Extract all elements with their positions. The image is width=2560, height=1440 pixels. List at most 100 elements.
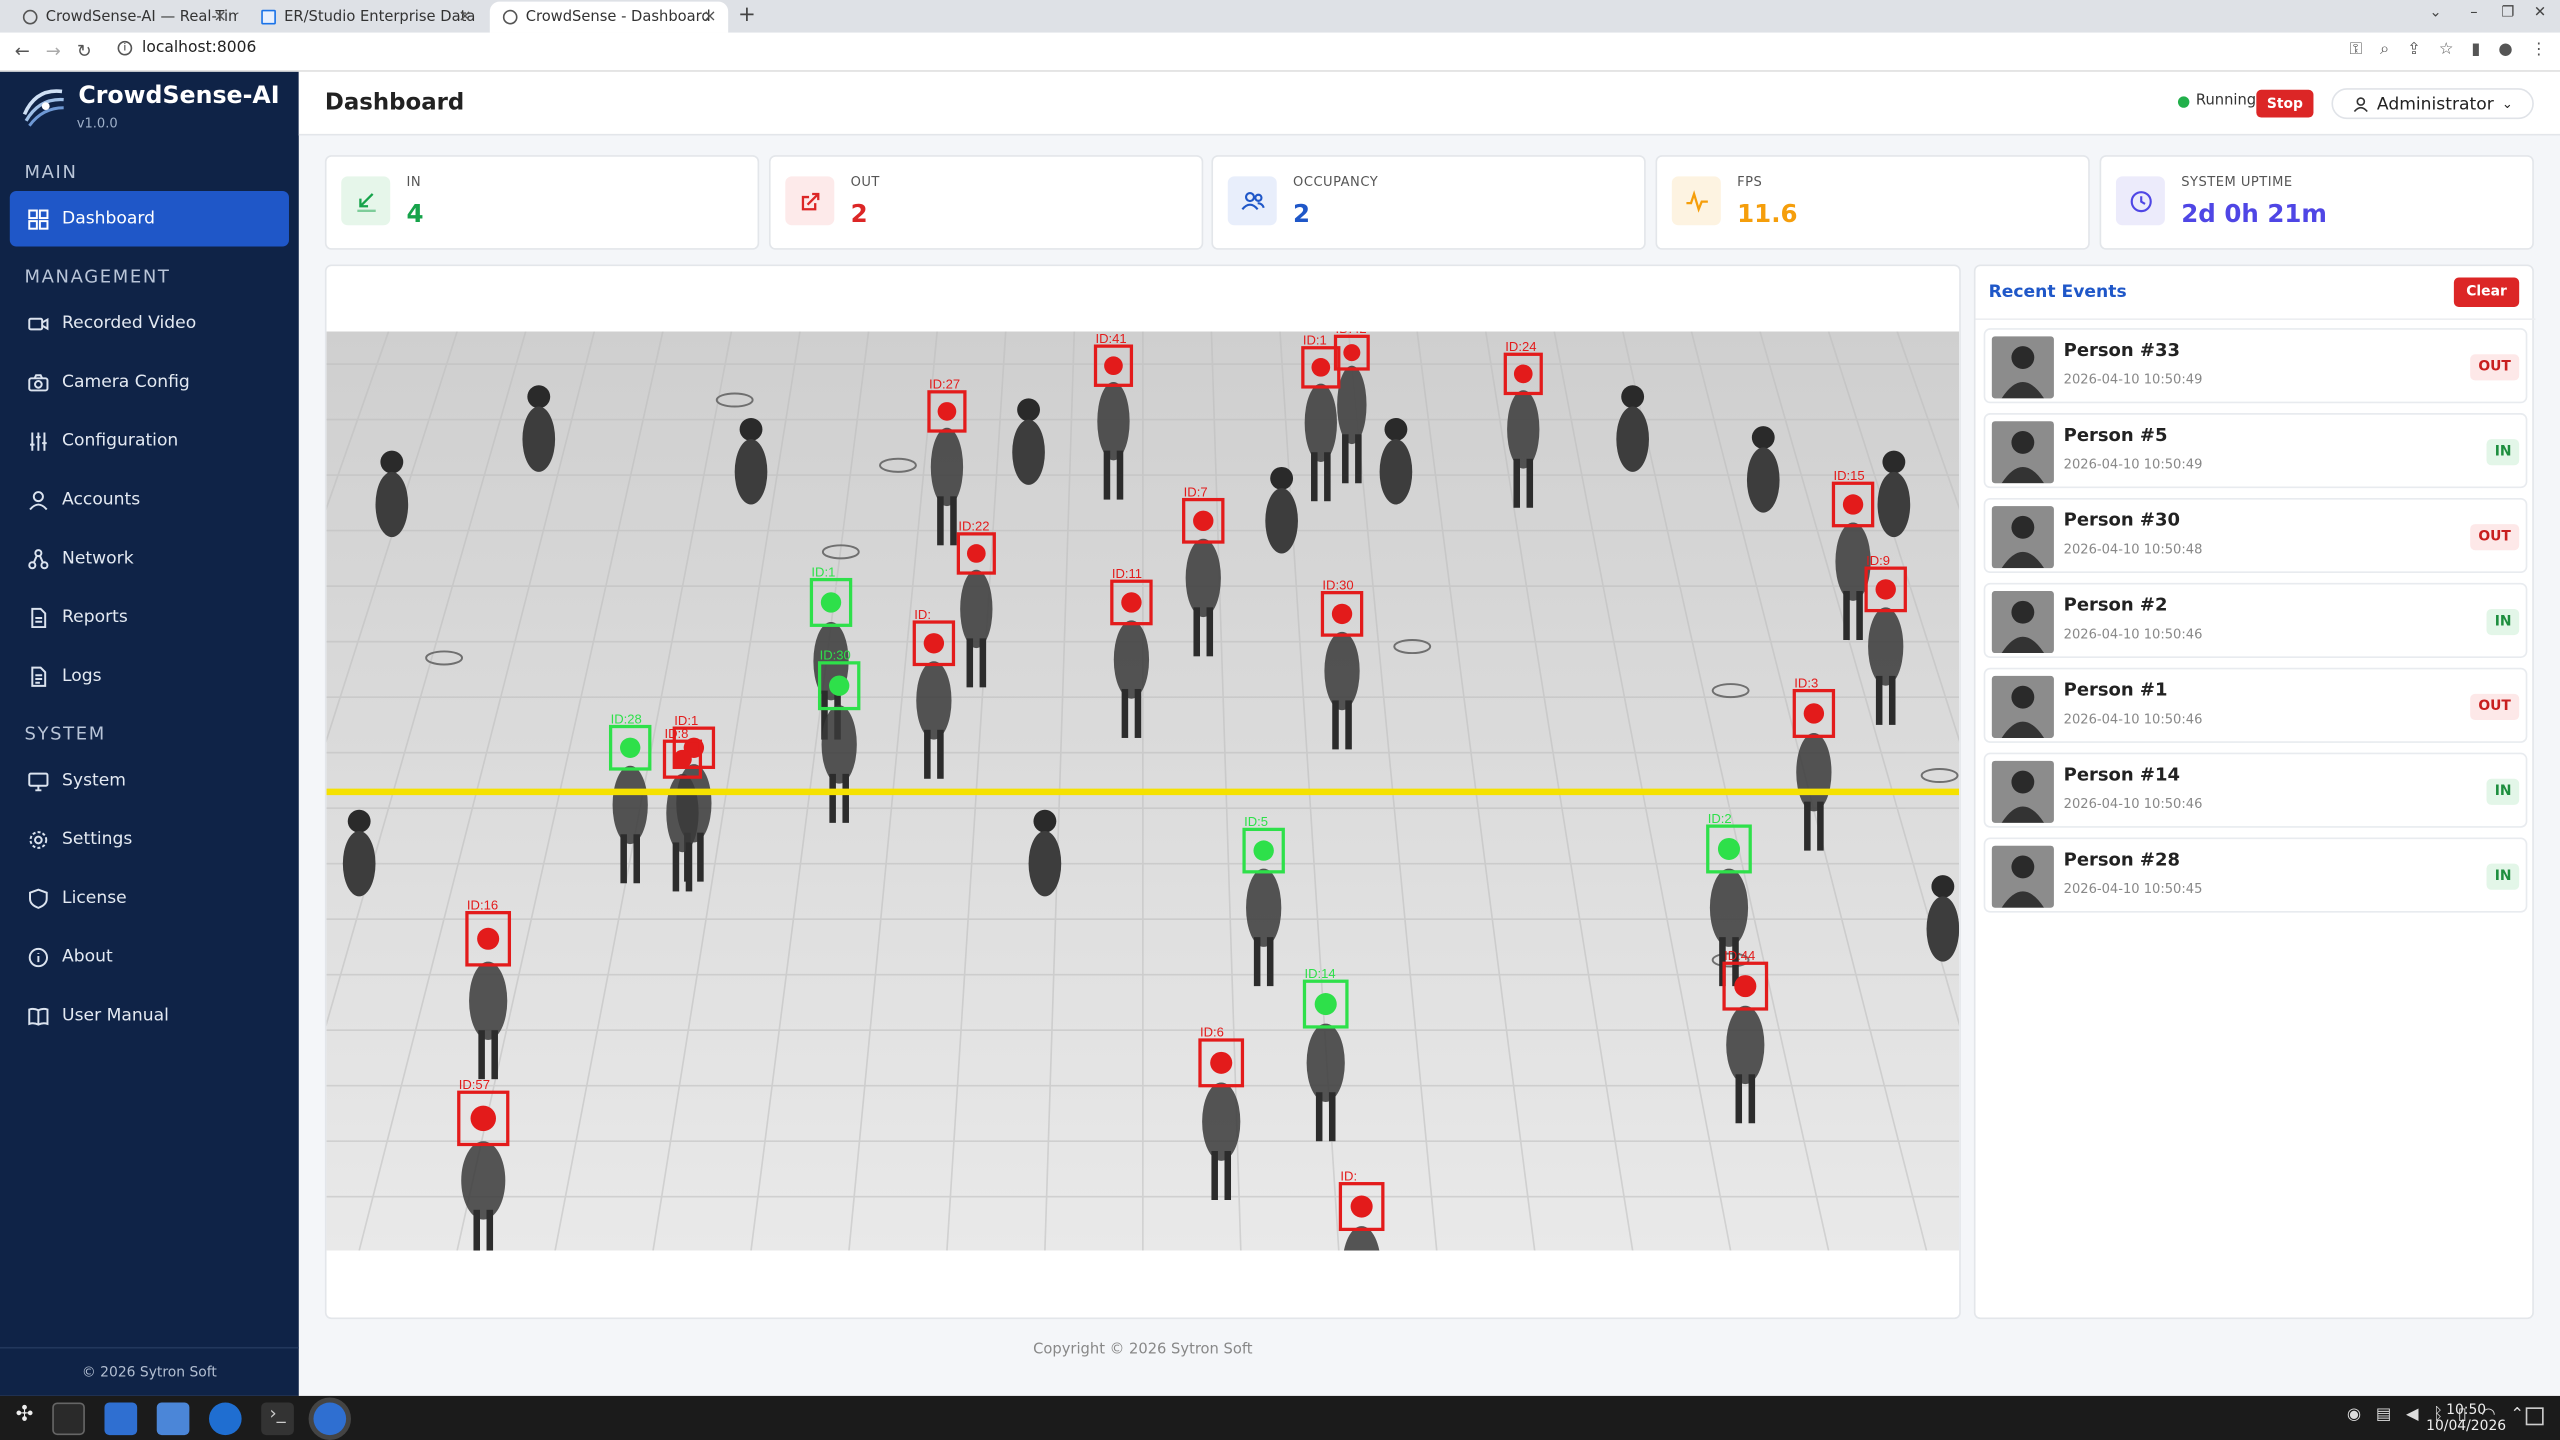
sliders-icon <box>30 431 47 450</box>
event-timestamp: 2026-04-10 10:50:46 <box>2063 796 2203 812</box>
event-row[interactable]: Person #5 2026-04-10 10:50:49 IN <box>1983 413 2528 489</box>
back-icon[interactable]: ← <box>15 41 30 62</box>
user-menu[interactable]: Administrator ⌄ <box>2331 88 2534 120</box>
event-timestamp: 2026-04-10 10:50:45 <box>2063 881 2203 897</box>
activity-icon <box>1671 176 1721 226</box>
browser-icon[interactable] <box>208 1402 242 1436</box>
url-field[interactable]: i localhost:8006 <box>117 39 256 57</box>
close-window-icon[interactable]: ✕ <box>2534 5 2546 21</box>
new-tab-icon[interactable]: + <box>738 3 756 27</box>
volume-icon[interactable]: ◀ <box>2406 1406 2419 1424</box>
event-row[interactable]: Person #30 2026-04-10 10:50:48 OUT <box>1983 497 2528 574</box>
sidebar-item-accounts[interactable]: Accounts <box>10 472 289 528</box>
brand[interactable]: CrowdSense-AI <box>20 82 280 128</box>
section-system: SYSTEM <box>24 723 106 745</box>
globe-icon <box>22 9 38 25</box>
person-thumbnail <box>1991 591 2054 654</box>
sidebar-item-camera-config[interactable]: Camera Config <box>10 354 289 410</box>
person-thumbnail <box>1991 421 2054 484</box>
arrow-in-icon <box>341 176 391 226</box>
live-video-feed[interactable]: ID:41 ID:1 ID:42 ID:24 ID:27 ID:15 ID:7 ID:22 ID… <box>326 331 1960 1251</box>
sidebar-item-system[interactable]: System <box>10 753 289 809</box>
shield-tray-icon[interactable]: ◉ <box>2347 1406 2361 1424</box>
notifications-icon[interactable] <box>2525 1407 2544 1426</box>
track-id-label: ID:14 <box>1304 966 1335 981</box>
page-footer: Copyright © 2026 Sytron Soft <box>1033 1342 1253 1359</box>
profile-icon[interactable]: ● <box>2498 41 2512 59</box>
event-row[interactable]: Person #2 2026-04-10 10:50:46 IN <box>1983 582 2528 658</box>
sidebar-item-configuration[interactable]: Configuration <box>10 413 289 469</box>
browser-tab[interactable]: CrowdSense-AI — Real-Tim × <box>10 2 238 33</box>
globe-icon <box>502 9 518 25</box>
sidebar: CrowdSense-AI v1.0.0 MAIN Dashboard MANA… <box>0 71 299 1396</box>
clipboard-icon[interactable]: ▤ <box>2376 1406 2391 1424</box>
logo-icon <box>22 89 64 127</box>
forward-icon[interactable]: → <box>46 41 61 62</box>
track-id-label: ID:15 <box>1833 468 1864 483</box>
page-title: Dashboard <box>324 89 465 116</box>
events-title: Recent Events <box>1988 282 2127 303</box>
gear-icon <box>29 830 48 849</box>
track-id-label: ID:5 <box>1244 814 1268 829</box>
track-id-label: ID:3 <box>1794 675 1818 690</box>
event-person-name: Person #28 <box>2063 848 2180 871</box>
track-id-label: ID:57 <box>459 1077 490 1092</box>
browser-tab-active[interactable]: CrowdSense - Dashboard × <box>489 1 729 33</box>
sidebar-item-network[interactable]: Network <box>10 531 289 587</box>
video-frame: ID:41 ID:1 ID:42 ID:24 ID:27 ID:15 ID:7 ID:22 ID… <box>326 331 1960 1251</box>
section-main: MAIN <box>24 161 78 183</box>
event-person-name: Person #2 <box>2063 594 2168 616</box>
close-icon[interactable]: × <box>703 8 717 26</box>
show-desktop-icon[interactable] <box>52 1402 85 1436</box>
stat-uptime-value: 2d 0h 21m <box>2181 199 2327 229</box>
person-thumbnail <box>1991 845 2054 908</box>
users-icon <box>1227 176 1277 226</box>
chromium-icon[interactable] <box>313 1402 347 1436</box>
site-info-icon[interactable]: i <box>117 40 133 56</box>
stat-card-occupancy: OCCUPANCY 2 <box>1211 155 1646 250</box>
menu-icon[interactable]: ⋮ <box>2531 41 2547 59</box>
restore-icon[interactable]: ❐ <box>2501 5 2514 21</box>
event-row[interactable]: Person #28 2026-04-10 10:50:45 IN <box>1983 837 2528 913</box>
sidebar-item-recorded-video[interactable]: Recorded Video <box>10 296 289 352</box>
key-icon[interactable]: ⚿ <box>2350 41 2362 59</box>
event-row[interactable]: Person #1 2026-04-10 10:50:46 OUT <box>1983 667 2528 743</box>
tray-expand-icon[interactable]: ⌃ <box>2510 1406 2524 1424</box>
minimize-icon[interactable]: – <box>2470 5 2477 21</box>
sidebar-item-license[interactable]: License <box>10 870 289 926</box>
event-row[interactable]: Person #33 2026-04-10 10:50:49 OUT <box>1983 328 2528 404</box>
browser-tab[interactable]: ER/Studio Enterprise Data × <box>248 2 483 33</box>
sidepanel-icon[interactable]: ▮ <box>2471 41 2480 59</box>
stop-button[interactable]: Stop <box>2256 89 2314 118</box>
book-icon <box>28 1007 49 1025</box>
files-icon[interactable] <box>104 1402 138 1436</box>
sidebar-item-settings[interactable]: Settings <box>10 811 289 867</box>
log-icon <box>31 665 47 686</box>
close-icon[interactable]: × <box>213 8 227 26</box>
reload-icon[interactable]: ↻ <box>77 41 92 62</box>
share-icon[interactable]: ⇪ <box>2407 41 2421 59</box>
user-icon <box>2353 96 2368 112</box>
event-row[interactable]: Person #14 2026-04-10 10:50:46 IN <box>1983 752 2528 828</box>
close-icon[interactable]: × <box>458 8 472 26</box>
terminal-icon[interactable]: ›_ <box>261 1402 294 1436</box>
tab-search-icon[interactable]: ⌄ <box>2429 5 2441 21</box>
zoom-icon[interactable]: ⌕ <box>2380 41 2389 59</box>
camera-icon <box>28 373 49 391</box>
track-id-label: ID:22 <box>958 519 989 534</box>
star-icon[interactable]: ☆ <box>2439 41 2454 59</box>
taskbar-clock[interactable]: 10:50 10/04/2026 <box>2426 1402 2506 1435</box>
event-timestamp: 2026-04-10 10:50:46 <box>2063 626 2203 642</box>
clear-events-button[interactable]: Clear <box>2453 277 2520 307</box>
sidebar-item-logs[interactable]: Logs <box>10 648 289 704</box>
track-id-label: ID:30 <box>1322 577 1353 592</box>
file-manager-icon[interactable] <box>156 1402 190 1436</box>
sidebar-item-about[interactable]: About <box>10 929 289 985</box>
sidebar-item-user-manual[interactable]: User Manual <box>10 988 289 1044</box>
start-menu-icon[interactable]: ✣ <box>8 1402 41 1435</box>
direction-badge: OUT <box>2470 524 2520 551</box>
sidebar-item-reports[interactable]: Reports <box>10 589 289 645</box>
track-id-label: ID:16 <box>467 897 498 912</box>
recent-events-panel: Recent Events Clear Person #33 2026-04-10… <box>1973 264 2536 1320</box>
sidebar-item-dashboard[interactable]: Dashboard <box>9 191 289 247</box>
